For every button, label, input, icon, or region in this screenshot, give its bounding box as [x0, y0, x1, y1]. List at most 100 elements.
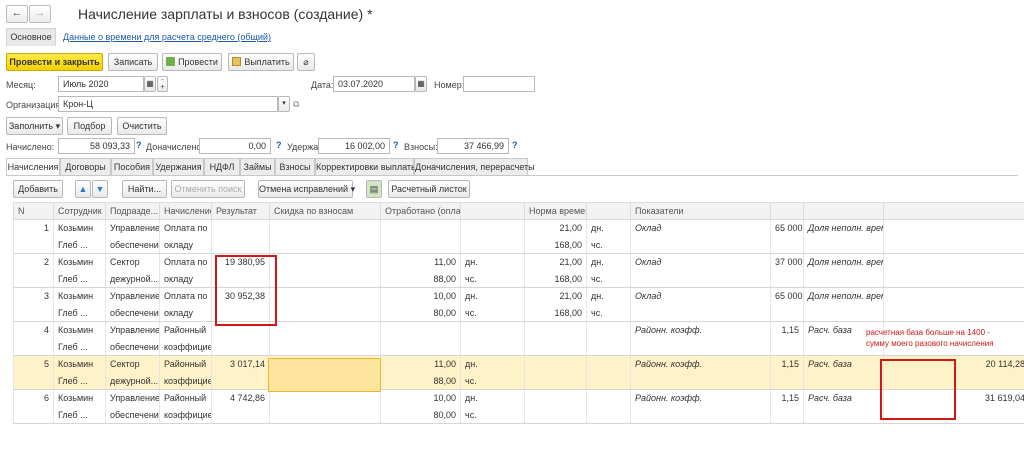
- col-result[interactable]: Результат: [211, 202, 270, 220]
- cell-employee[interactable]: Козьмин: [53, 287, 106, 305]
- tab-average-data-link[interactable]: Данные о времени для расчета среднего (о…: [63, 32, 271, 42]
- cell-worked-unit[interactable]: [460, 321, 525, 339]
- back-button[interactable]: ←: [6, 5, 28, 23]
- cell-n[interactable]: [13, 270, 54, 288]
- col-n[interactable]: N: [13, 202, 54, 220]
- tab-contracts[interactable]: Договоры: [60, 158, 111, 175]
- cell-value-1[interactable]: [770, 270, 804, 288]
- cell-result[interactable]: [211, 219, 270, 237]
- cell-worked-unit[interactable]: дн.: [460, 253, 525, 271]
- post-button[interactable]: Провести: [162, 53, 222, 71]
- cell-discount[interactable]: [269, 389, 381, 407]
- cell-discount[interactable]: [269, 338, 381, 356]
- cell-result[interactable]: [211, 338, 270, 356]
- cell-norm[interactable]: [524, 338, 587, 356]
- cell-value-2[interactable]: [883, 270, 1024, 288]
- cell-value-1[interactable]: 1,15: [770, 321, 804, 339]
- table-row[interactable]: Глеб ... обеспечени окладу 80,00 чс. 168,00 чс…: [13, 304, 1024, 322]
- pay-button[interactable]: Выплатить: [228, 53, 294, 71]
- cell-indicator-2[interactable]: Доля неполн. времени: [803, 287, 884, 305]
- cell-norm-unit[interactable]: [586, 321, 631, 339]
- attach-button[interactable]: ⌀: [297, 53, 315, 71]
- cell-department[interactable]: дежурной...: [105, 372, 160, 390]
- cell-value-1[interactable]: [770, 304, 804, 322]
- cell-indicator-2[interactable]: [803, 372, 884, 390]
- cell-employee[interactable]: Глеб ...: [53, 304, 106, 322]
- cell-discount[interactable]: [269, 219, 381, 237]
- cell-discount[interactable]: [269, 270, 381, 288]
- cell-accrual[interactable]: Оплата по: [159, 253, 212, 271]
- cell-employee[interactable]: Козьмин: [53, 219, 106, 237]
- cell-indicator-1[interactable]: [630, 270, 771, 288]
- cell-n[interactable]: 3: [13, 287, 54, 305]
- cell-worked[interactable]: 80,00: [380, 304, 461, 322]
- cell-worked[interactable]: [380, 338, 461, 356]
- contrib-help-icon[interactable]: ?: [512, 140, 518, 150]
- cell-value-2[interactable]: 1: [883, 219, 1024, 237]
- cell-indicator-1[interactable]: Оклад: [630, 287, 771, 305]
- cell-employee[interactable]: Козьмин: [53, 321, 106, 339]
- cell-value-1[interactable]: 1,15: [770, 389, 804, 407]
- cancel-search-button[interactable]: Отменить поиск: [171, 180, 245, 198]
- cell-norm-unit[interactable]: [586, 355, 631, 373]
- cell-indicator-2[interactable]: Расч. база: [803, 355, 884, 373]
- open-link-icon[interactable]: ⧉: [293, 99, 299, 110]
- cell-n[interactable]: [13, 304, 54, 322]
- table-row[interactable]: 2 Козьмин Сектор Оплата по 19 380,95 11,00 дн.…: [13, 253, 1024, 271]
- cell-worked-unit[interactable]: чс.: [460, 406, 525, 424]
- cell-indicator-2[interactable]: Доля неполн. времени: [803, 219, 884, 237]
- accrued-help-icon[interactable]: ?: [136, 140, 142, 150]
- cell-worked-unit[interactable]: чс.: [460, 304, 525, 322]
- tab-contributions[interactable]: Взносы: [275, 158, 315, 175]
- cell-value-1[interactable]: 65 000: [770, 219, 804, 237]
- cell-indicator-1[interactable]: Районн. коэфф.: [630, 321, 771, 339]
- cell-accrual[interactable]: Оплата по: [159, 287, 212, 305]
- cell-indicator-1[interactable]: Оклад: [630, 219, 771, 237]
- organization-field[interactable]: Крон-Ц: [58, 96, 278, 112]
- select-button[interactable]: Подбор: [67, 117, 112, 135]
- cell-employee[interactable]: Козьмин: [53, 389, 106, 407]
- tab-deductions[interactable]: Удержания: [153, 158, 204, 175]
- cell-indicator-2[interactable]: [803, 270, 884, 288]
- cell-department[interactable]: Управление: [105, 287, 160, 305]
- cell-norm[interactable]: 21,00: [524, 287, 587, 305]
- cell-value-1[interactable]: 1,15: [770, 355, 804, 373]
- cell-worked[interactable]: 80,00: [380, 406, 461, 424]
- cell-n[interactable]: [13, 406, 54, 424]
- cell-accrual[interactable]: Оплата по: [159, 219, 212, 237]
- cell-department[interactable]: Управление: [105, 389, 160, 407]
- cell-department[interactable]: Управление: [105, 321, 160, 339]
- cell-worked-unit[interactable]: дн.: [460, 389, 525, 407]
- cell-department[interactable]: дежурной...: [105, 270, 160, 288]
- cell-n[interactable]: 2: [13, 253, 54, 271]
- table-row[interactable]: 5 Козьмин Сектор Районный 3 017,14 11,00 дн. Ра…: [13, 355, 1024, 373]
- withheld-help-icon[interactable]: ?: [393, 140, 399, 150]
- cell-discount[interactable]: [269, 253, 381, 271]
- organization-dropdown-icon[interactable]: ▾: [278, 96, 290, 112]
- cell-norm-unit[interactable]: дн.: [586, 287, 631, 305]
- cell-indicator-1[interactable]: [630, 338, 771, 356]
- cell-norm-unit[interactable]: [586, 338, 631, 356]
- cell-worked-unit[interactable]: дн.: [460, 355, 525, 373]
- cell-norm[interactable]: [524, 321, 587, 339]
- cell-accrual[interactable]: коэффицие: [159, 372, 212, 390]
- cell-accrual[interactable]: коэффицие: [159, 406, 212, 424]
- cell-indicator-1[interactable]: [630, 372, 771, 390]
- cell-worked-unit[interactable]: чс.: [460, 372, 525, 390]
- cell-employee[interactable]: Глеб ...: [53, 406, 106, 424]
- cell-indicator-1[interactable]: Районн. коэфф.: [630, 389, 771, 407]
- cell-employee[interactable]: Козьмин: [53, 253, 106, 271]
- tab-ndfl[interactable]: НДФЛ: [204, 158, 240, 175]
- cell-value-2[interactable]: 1: [883, 287, 1024, 305]
- cell-worked[interactable]: 11,00: [380, 355, 461, 373]
- selected-discount-cell[interactable]: [268, 358, 381, 392]
- cell-accrual[interactable]: Районный: [159, 321, 212, 339]
- cell-norm[interactable]: [524, 372, 587, 390]
- cell-discount[interactable]: [269, 406, 381, 424]
- cell-indicator-1[interactable]: [630, 406, 771, 424]
- cell-worked[interactable]: [380, 219, 461, 237]
- tab-main[interactable]: Основное: [6, 28, 56, 46]
- cell-accrual[interactable]: окладу: [159, 304, 212, 322]
- cell-n[interactable]: [13, 338, 54, 356]
- cell-n[interactable]: [13, 372, 54, 390]
